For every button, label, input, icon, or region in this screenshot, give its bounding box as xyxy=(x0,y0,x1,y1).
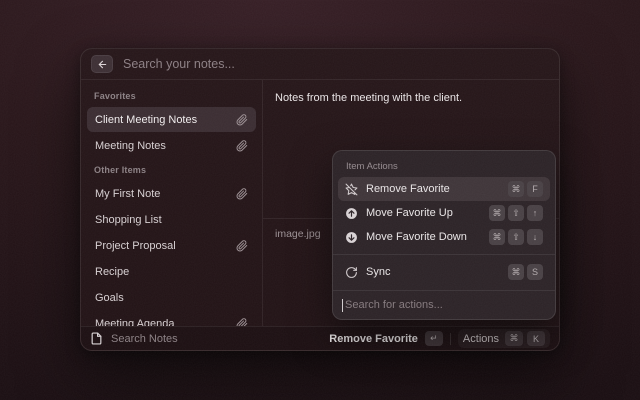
popup-divider xyxy=(333,254,555,255)
paperclip-icon xyxy=(236,318,248,327)
paperclip-icon xyxy=(236,240,248,252)
cmd-key-badge: ⌘ xyxy=(489,229,505,245)
popup-group-favorites: Remove Favorite ⌘ F Move Favorite Up ⌘ ⇧… xyxy=(333,177,555,249)
back-button[interactable] xyxy=(91,55,113,73)
arrow-left-icon xyxy=(97,59,108,70)
arrow-up-circle-icon xyxy=(345,207,358,220)
primary-action-label[interactable]: Remove Favorite xyxy=(329,333,418,345)
paperclip-icon xyxy=(236,140,248,152)
arrow-down-circle-icon xyxy=(345,231,358,244)
s-key-badge: S xyxy=(527,264,543,280)
actions-button[interactable]: Actions ⌘ K xyxy=(458,329,550,348)
shift-key-badge: ⇧ xyxy=(508,229,524,245)
command-name: Search Notes xyxy=(111,333,178,345)
action-move-favorite-up[interactable]: Move Favorite Up ⌘ ⇧ ↑ xyxy=(338,201,550,225)
note-title: Meeting Agenda xyxy=(95,318,175,327)
note-title: My First Note xyxy=(95,188,160,200)
paperclip-icon xyxy=(236,114,248,126)
cmd-key-badge: ⌘ xyxy=(508,181,524,197)
shortcut-keys: ⌘ S xyxy=(508,264,543,280)
note-item-recipe[interactable]: Recipe xyxy=(87,259,256,284)
star-off-icon xyxy=(345,183,358,196)
text-cursor xyxy=(342,299,343,312)
note-document-icon xyxy=(90,332,103,345)
popup-group-sync: Sync ⌘ S xyxy=(333,260,555,284)
status-bar-divider xyxy=(450,333,451,345)
f-key-badge: F xyxy=(527,181,543,197)
note-item-meeting-notes[interactable]: Meeting Notes xyxy=(87,133,256,158)
action-move-favorite-down[interactable]: Move Favorite Down ⌘ ⇧ ↓ xyxy=(338,225,550,249)
section-header-other-items: Other Items xyxy=(87,164,256,176)
action-sync[interactable]: Sync ⌘ S xyxy=(338,260,550,284)
popup-title: Item Actions xyxy=(333,151,555,177)
section-header-favorites: Favorites xyxy=(87,90,256,102)
note-item-meeting-agenda[interactable]: Meeting Agenda xyxy=(87,311,256,326)
note-title: Project Proposal xyxy=(95,240,176,252)
note-title: Client Meeting Notes xyxy=(95,114,197,126)
status-bar-actions: Remove Favorite ↵ Actions ⌘ K xyxy=(329,329,550,348)
note-item-shopping-list[interactable]: Shopping List xyxy=(87,207,256,232)
top-search-bar xyxy=(81,49,559,80)
cmd-key-badge: ⌘ xyxy=(489,205,505,221)
action-label: Sync xyxy=(366,266,390,278)
note-item-my-first-note[interactable]: My First Note xyxy=(87,181,256,206)
notes-list: Favorites Client Meeting Notes Meeting N… xyxy=(81,80,263,326)
k-key-badge: K xyxy=(527,331,545,346)
shortcut-keys: ⌘ ⇧ ↑ xyxy=(489,205,543,221)
actions-button-label: Actions xyxy=(463,333,499,345)
shift-key-badge: ⇧ xyxy=(508,205,524,221)
status-bar: Search Notes Remove Favorite ↵ Actions ⌘… xyxy=(81,326,559,350)
note-title: Recipe xyxy=(95,266,129,278)
action-remove-favorite[interactable]: Remove Favorite ⌘ F xyxy=(338,177,550,201)
item-actions-popup: Item Actions Remove Favorite ⌘ F Move Fa… xyxy=(332,150,556,320)
arrow-down-key-badge: ↓ xyxy=(527,229,543,245)
enter-key-badge: ↵ xyxy=(425,331,443,346)
actions-search-placeholder: Search for actions... xyxy=(345,299,443,311)
note-title: Meeting Notes xyxy=(95,140,166,152)
note-title: Shopping List xyxy=(95,214,162,226)
arrow-up-key-badge: ↑ xyxy=(527,205,543,221)
cmd-key-badge: ⌘ xyxy=(508,264,524,280)
cmd-key-badge: ⌘ xyxy=(505,331,523,346)
action-label: Remove Favorite xyxy=(366,183,450,195)
note-item-goals[interactable]: Goals xyxy=(87,285,256,310)
note-title: Goals xyxy=(95,292,124,304)
shortcut-keys: ⌘ ⇧ ↓ xyxy=(489,229,543,245)
actions-search-input[interactable]: Search for actions... xyxy=(333,290,555,319)
shortcut-keys: ⌘ F xyxy=(508,181,543,197)
note-item-client-meeting-notes[interactable]: Client Meeting Notes xyxy=(87,107,256,132)
paperclip-icon xyxy=(236,188,248,200)
action-label: Move Favorite Up xyxy=(366,207,453,219)
desktop: Favorites Client Meeting Notes Meeting N… xyxy=(0,0,640,400)
note-item-project-proposal[interactable]: Project Proposal xyxy=(87,233,256,258)
sync-icon xyxy=(345,266,358,279)
notes-search-input[interactable] xyxy=(123,57,549,71)
action-label: Move Favorite Down xyxy=(366,231,467,243)
